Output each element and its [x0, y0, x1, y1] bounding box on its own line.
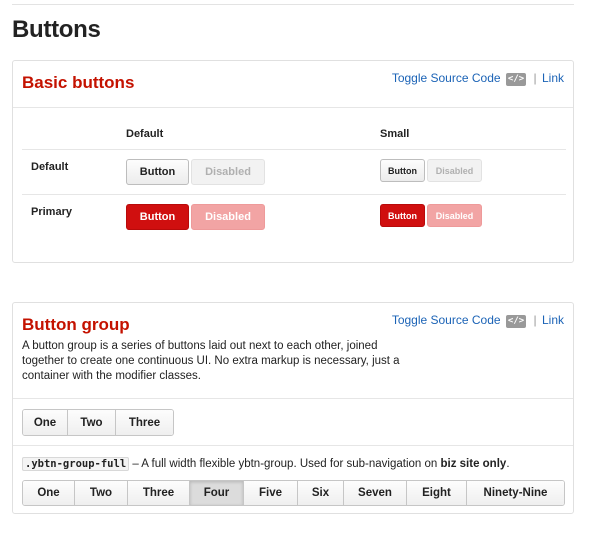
- note-emphasis: biz site only: [440, 458, 507, 470]
- primary-small-button[interactable]: Button: [380, 204, 425, 227]
- primary-disabled-button: Disabled: [191, 204, 265, 230]
- basic-buttons-card: Basic buttons Toggle Source Code </> | L…: [12, 60, 574, 263]
- card-divider: [13, 445, 573, 446]
- group-button-three[interactable]: Three: [116, 410, 173, 435]
- row-divider: [22, 194, 566, 195]
- button-group-description: A button group is a series of buttons la…: [22, 340, 400, 382]
- default-button[interactable]: Button: [126, 159, 189, 185]
- default-disabled-button: Disabled: [191, 159, 265, 185]
- button-group-title: Button group: [22, 315, 130, 334]
- group-button-two[interactable]: Two: [68, 410, 116, 435]
- button-group-card: Button group Toggle Source Code </> | Li…: [12, 302, 574, 514]
- small-button-group: One Two Three: [22, 409, 174, 436]
- card-divider: [13, 398, 573, 399]
- separator: |: [533, 313, 537, 327]
- primary-small-disabled-button: Disabled: [427, 204, 482, 227]
- group-button-one[interactable]: One: [23, 410, 68, 435]
- full-width-button-group: One Two Three Four Five Six Seven Eight …: [22, 480, 565, 506]
- nav-button-three[interactable]: Three: [128, 481, 190, 505]
- card-divider: [13, 107, 573, 108]
- separator: |: [533, 71, 537, 85]
- row-divider: [22, 149, 566, 150]
- default-small-disabled-button: Disabled: [427, 159, 482, 182]
- full-group-note: .ybtn-group-full – A full width flexible…: [22, 457, 510, 471]
- link[interactable]: Link: [542, 313, 564, 327]
- row-label-default: Default: [31, 161, 69, 173]
- nav-button-five[interactable]: Five: [244, 481, 298, 505]
- basic-buttons-title: Basic buttons: [22, 73, 135, 92]
- nav-button-seven[interactable]: Seven: [344, 481, 407, 505]
- nav-button-one[interactable]: One: [23, 481, 75, 505]
- note-text: – A full width flexible ybtn-group. Used…: [129, 458, 441, 470]
- row-label-primary: Primary: [31, 206, 72, 218]
- toggle-source-link[interactable]: Toggle Source Code: [392, 313, 501, 327]
- column-header-default: Default: [126, 128, 164, 140]
- nav-button-two[interactable]: Two: [75, 481, 128, 505]
- nav-button-six[interactable]: Six: [298, 481, 344, 505]
- class-name-code: .ybtn-group-full: [22, 457, 130, 471]
- primary-button[interactable]: Button: [126, 204, 189, 230]
- code-icon[interactable]: </>: [505, 73, 527, 86]
- toggle-source-link[interactable]: Toggle Source Code: [392, 71, 501, 85]
- note-end: .: [506, 458, 510, 470]
- default-small-button[interactable]: Button: [380, 159, 425, 182]
- button-group-tools: Toggle Source Code </> | Link: [392, 313, 564, 328]
- page-title: Buttons: [12, 16, 101, 43]
- column-header-small: Small: [380, 128, 410, 140]
- nav-button-four[interactable]: Four: [190, 481, 244, 505]
- link[interactable]: Link: [542, 71, 564, 85]
- top-divider: [12, 4, 574, 5]
- code-icon[interactable]: </>: [505, 315, 527, 328]
- nav-button-ninety-nine[interactable]: Ninety-Nine: [467, 481, 564, 505]
- nav-button-eight[interactable]: Eight: [407, 481, 467, 505]
- basic-buttons-tools: Toggle Source Code </> | Link: [392, 71, 564, 86]
